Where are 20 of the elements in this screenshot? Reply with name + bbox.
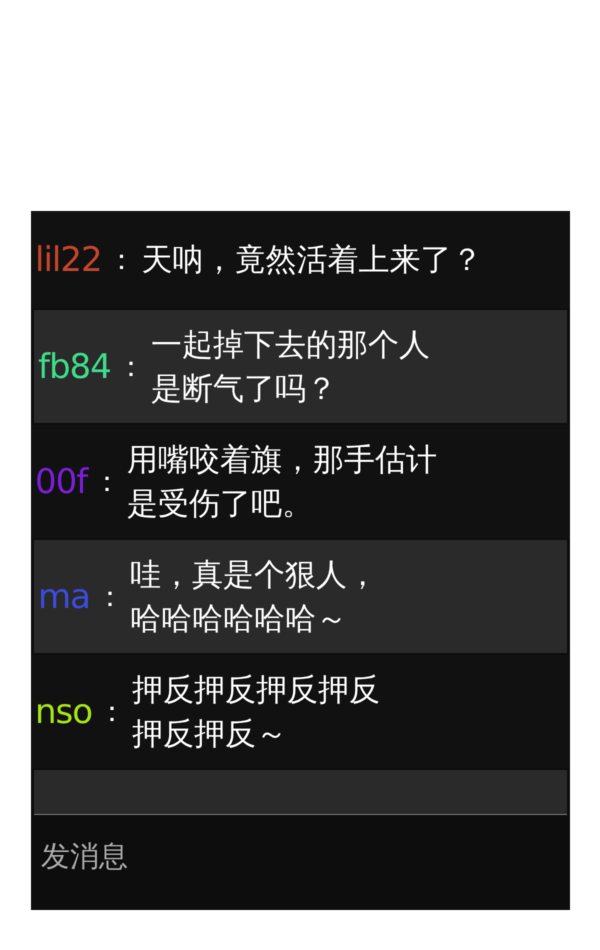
username: fb84 <box>38 350 111 384</box>
colon: ： <box>108 242 136 278</box>
message-text: 押反押反押反押反 <box>132 670 380 710</box>
message-text: 哇，真是个狠人， <box>130 556 378 594</box>
message-text: 用嘴咬着旗，那手估计 <box>127 440 438 480</box>
username: lil22 <box>35 243 102 277</box>
username: nso <box>35 694 92 728</box>
message-text: 一起掉下去的那个人 <box>150 326 430 364</box>
username: 00f <box>35 464 88 498</box>
colon: ： <box>116 348 145 384</box>
colon: ： <box>93 464 122 500</box>
message-text: 押反押反～ <box>132 714 288 754</box>
username: ma <box>38 580 90 614</box>
message-text: 天呐，竟然活着上来了？ <box>142 241 483 280</box>
message-text: 是断气了吗？ <box>150 370 338 408</box>
message-text: 是受伤了吧。 <box>127 484 314 524</box>
colon: ： <box>96 578 124 614</box>
colon: ： <box>98 694 126 730</box>
message-text: 哈哈哈哈哈哈～ <box>130 600 348 638</box>
message-input[interactable]: 发消息 <box>31 839 570 873</box>
